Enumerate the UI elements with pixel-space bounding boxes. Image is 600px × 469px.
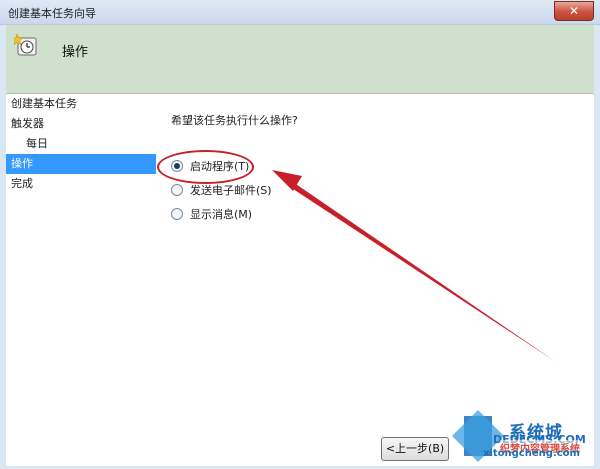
page-title: 操作: [62, 45, 89, 60]
wizard-header: 操作: [6, 25, 594, 94]
window-title: 创建基本任务向导: [8, 7, 96, 20]
title-bar: 创建基本任务向导 ✕: [0, 0, 600, 25]
watermark-url: xitongcheng.com: [483, 448, 580, 459]
close-button[interactable]: ✕: [554, 1, 594, 21]
back-button[interactable]: <上一步(B): [381, 437, 449, 461]
scheduled-task-clock-icon: [14, 33, 37, 56]
